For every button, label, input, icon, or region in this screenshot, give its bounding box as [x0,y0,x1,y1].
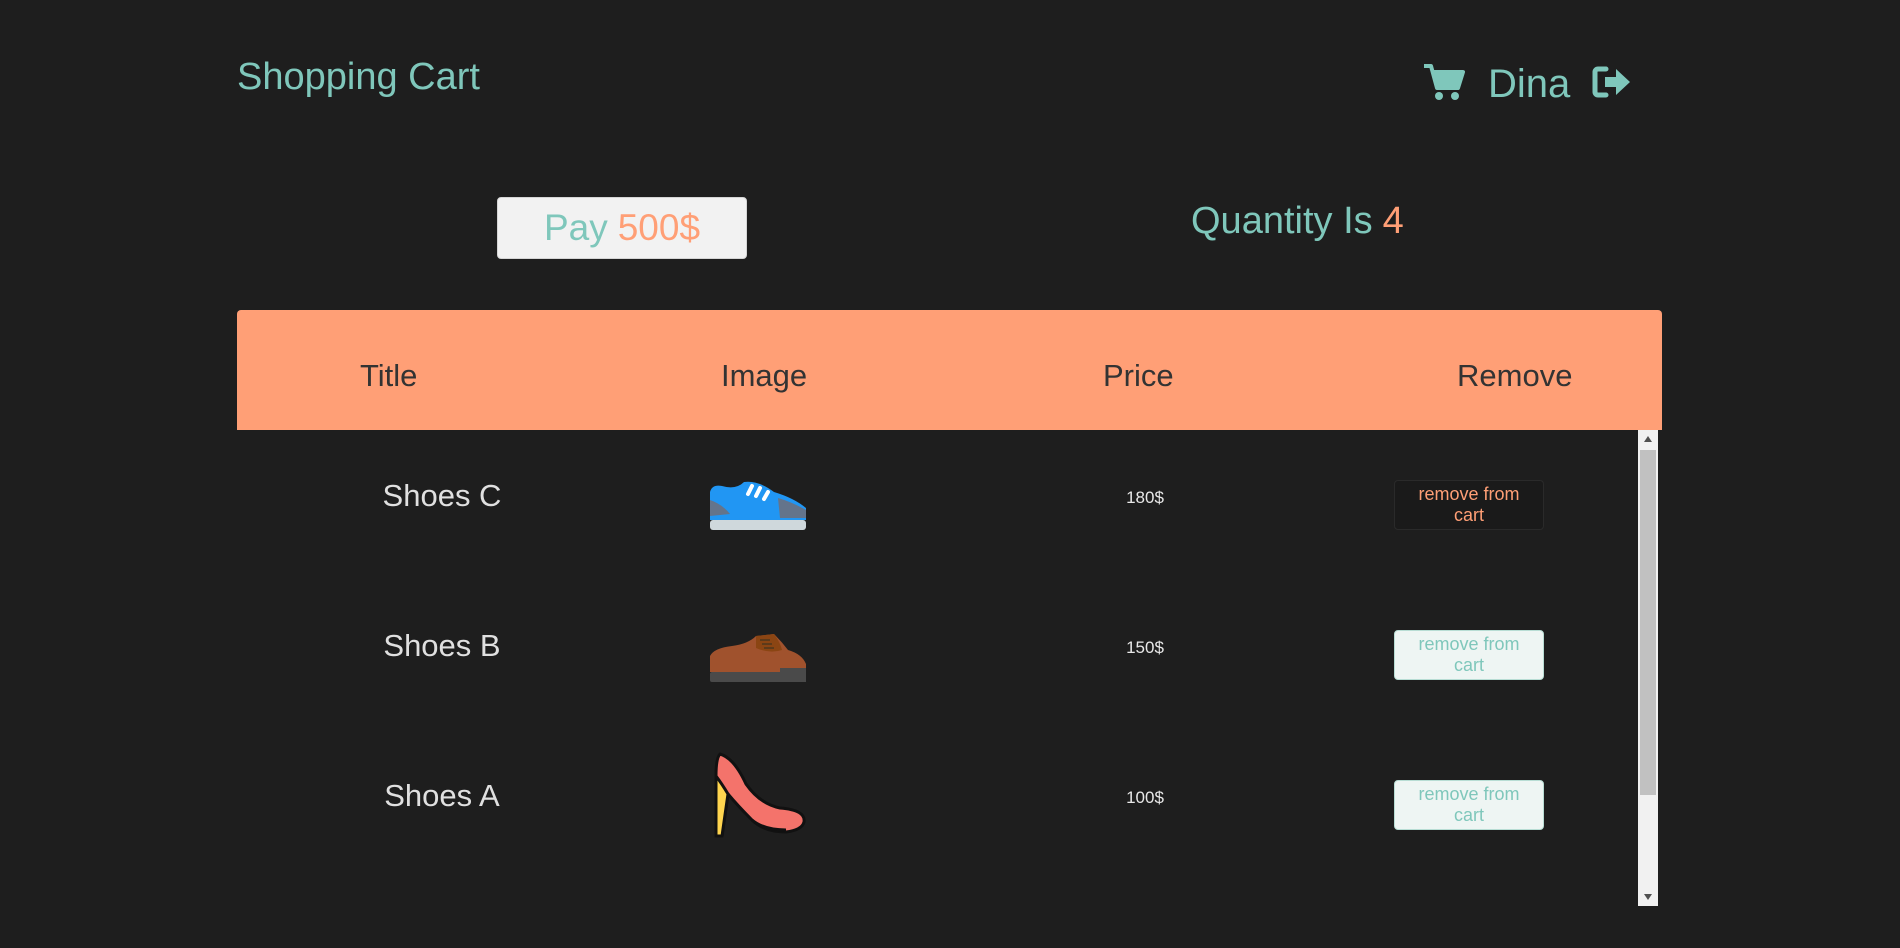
column-header-image: Image [721,358,808,393]
shopping-cart-icon[interactable] [1422,62,1466,102]
item-price: 180$ [1126,488,1164,507]
quantity-summary: Quantity Is 4 [1191,200,1404,243]
username[interactable]: Dina [1488,62,1570,107]
item-price: 100$ [1126,788,1164,807]
pay-label: Pay [543,207,608,248]
table-scrollbar[interactable] [1638,430,1658,906]
remove-from-cart-button[interactable]: remove from cart [1394,780,1544,830]
scroll-down-arrow-icon[interactable] [1638,888,1658,906]
leather-shoe-image [708,610,808,710]
brand-title[interactable]: Shopping Cart [237,56,480,99]
sign-out-icon[interactable] [1592,65,1632,99]
quantity-value: 4 [1382,200,1404,242]
scroll-up-arrow-icon[interactable] [1638,430,1658,448]
remove-from-cart-button[interactable]: remove from cart [1394,480,1544,530]
shopping-cart-page: Shopping Cart Dina Pay 500$ Quantity Is … [0,0,1900,948]
column-header-price: Price [1103,358,1174,393]
table-header: Title Image Price Remove [237,310,1662,430]
item-title: Shoes B [383,628,501,663]
column-header-remove: Remove [1457,358,1573,393]
pay-button[interactable]: Pay 500$ [497,197,747,259]
table-row: Shoes C 180$ remove from cart [237,430,1638,580]
table-row: Shoes B 150$ remove from cart [237,580,1638,730]
column-header-title: Title [360,358,418,393]
item-title: Shoes C [382,478,502,513]
user-area: Dina [1422,56,1632,107]
cart-items-table[interactable]: Shoes C 180$ remove from cart Shoes B 15… [237,430,1638,906]
pay-amount: 500$ [617,207,701,248]
item-price: 150$ [1126,638,1164,657]
sneaker-image [708,460,808,560]
high-heel-image [708,750,808,850]
table-row: Shoes A 100$ remove from cart [237,730,1638,880]
item-title: Shoes A [384,778,500,813]
scrollbar-thumb[interactable] [1640,450,1656,795]
remove-from-cart-button[interactable]: remove from cart [1394,630,1544,680]
quantity-label: Quantity Is [1191,200,1373,242]
